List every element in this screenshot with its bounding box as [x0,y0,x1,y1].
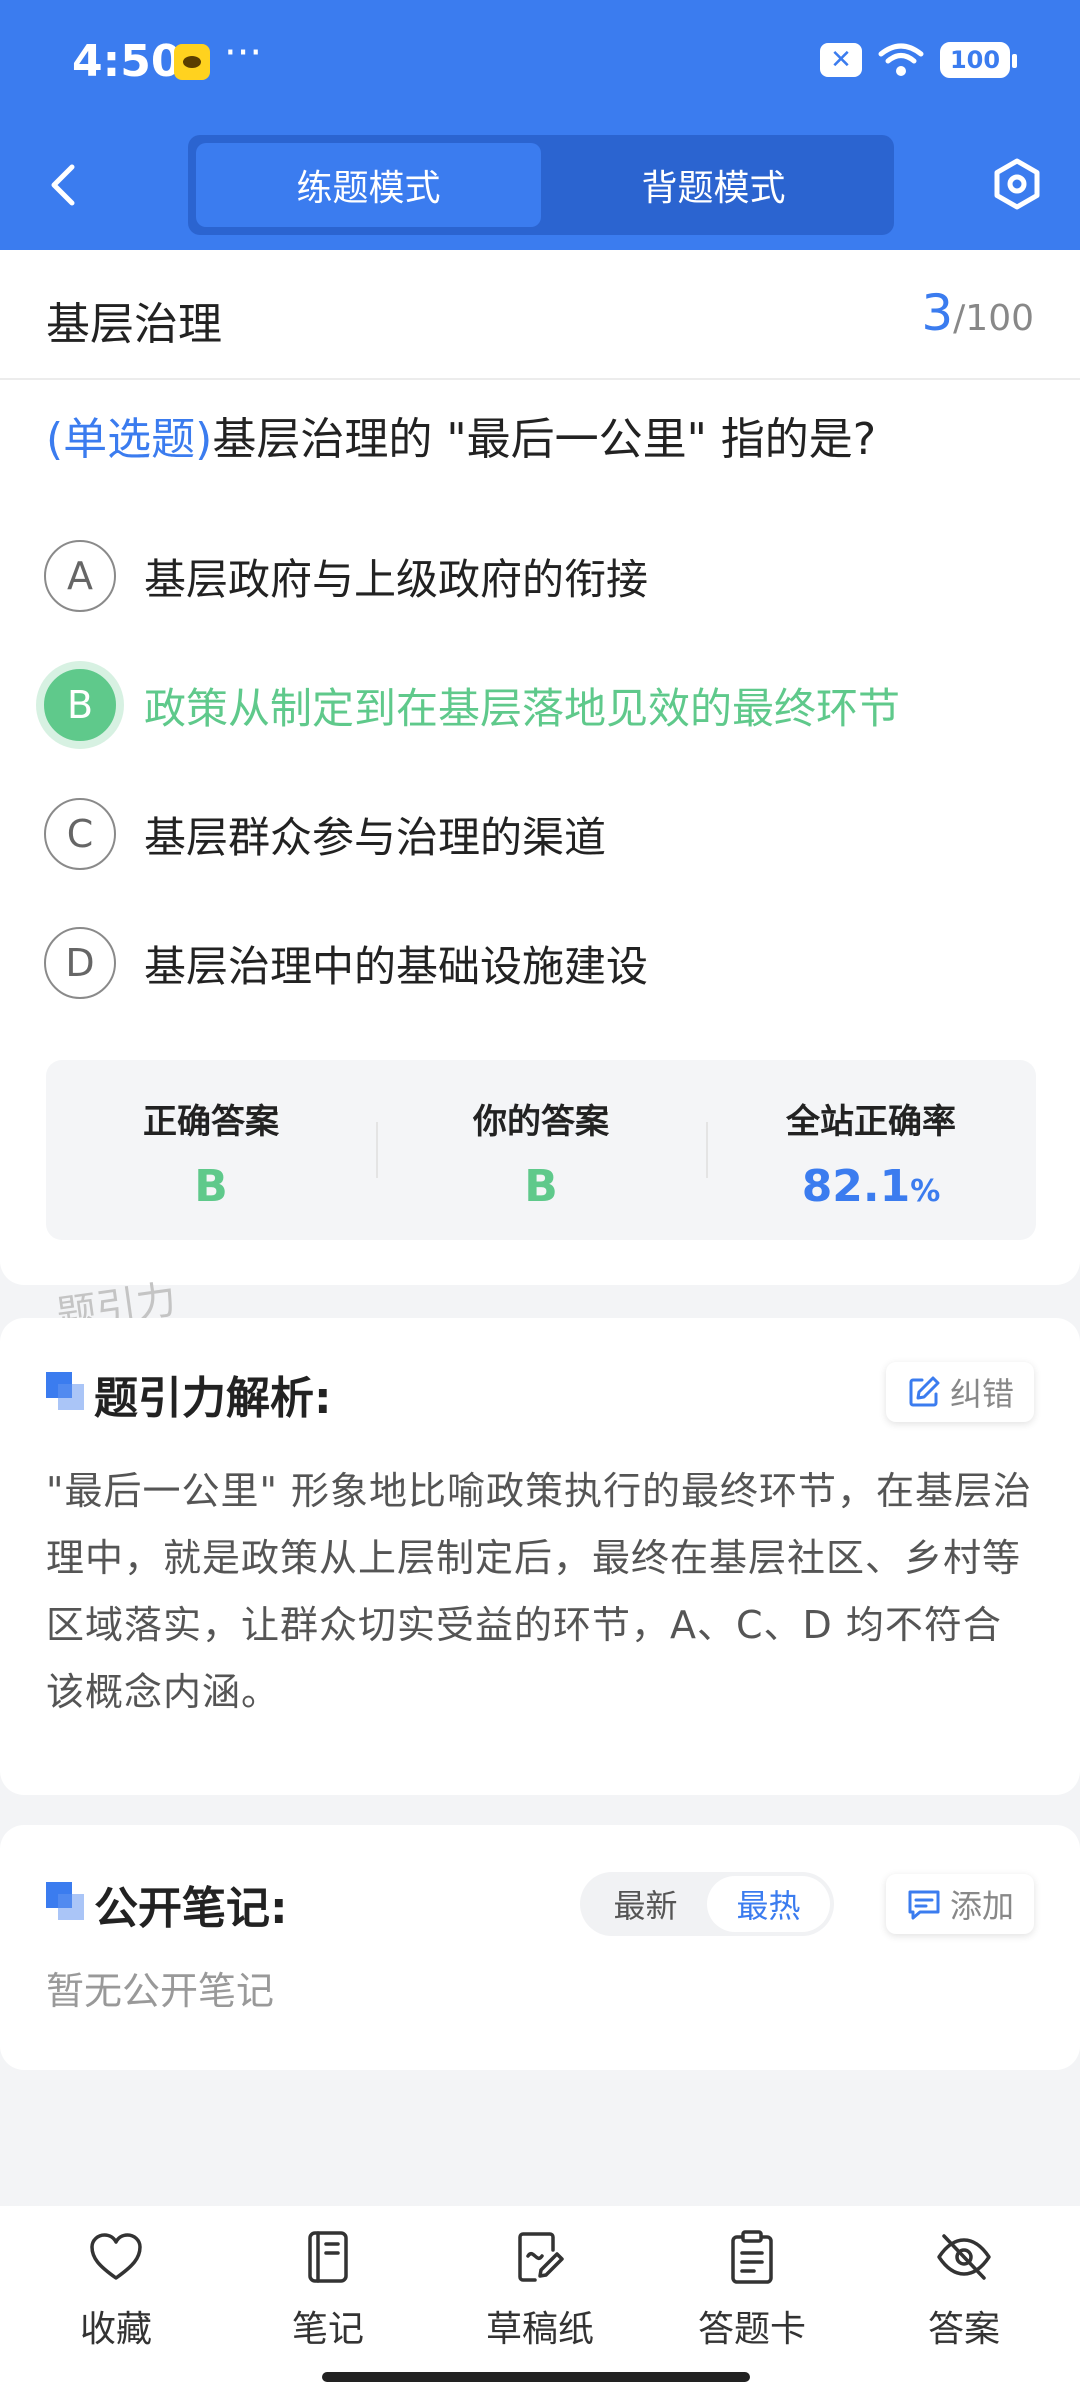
your-answer-value: B [524,1161,558,1212]
question-counter: 3/100 [921,284,1034,342]
settings-icon[interactable] [990,157,1044,211]
notes-title: 公开笔记: [94,1883,288,1934]
stat-label: 你的答案 [473,1102,609,1142]
bottom-nav: 收藏 笔记 草稿纸 答题卡 答案 [0,2206,1080,2400]
accuracy-number: 82.1 [801,1161,911,1212]
app-notification-icon [174,44,210,80]
tab-memorize-mode[interactable]: 背题模式 [541,143,886,227]
nav-label: 收藏 [79,2309,152,2350]
your-answer-stat: 你的答案 B [376,1060,706,1240]
header: 4:50 ··· ✕ 100 练题模式 背题模式 [0,0,1080,250]
question-header: 基层治理 3/100 [0,250,1080,380]
option-text: 基层治理中的基础设施建设 [144,941,649,991]
nav-label: 答案 [927,2309,1000,2350]
subject-title: 基层治理 [46,299,222,350]
more-notifications-icon: ··· [224,30,263,76]
analysis-title: 题引力解析: [94,1373,332,1424]
stat-label: 正确答案 [143,1102,279,1142]
section-icon [46,1882,84,1920]
home-indicator[interactable] [322,2372,750,2382]
section-icon [46,1372,84,1410]
status-bar: 4:50 ··· ✕ 100 [0,0,1080,125]
option-d[interactable]: D 基层治理中的基础设施建设 [44,923,1044,1003]
nav-label: 答题卡 [697,2309,806,2350]
accuracy-stat: 全站正确率 82.1% [706,1060,1036,1240]
option-letter: A [44,540,116,612]
current-question-number: 3 [921,284,954,342]
total-questions: /100 [953,298,1034,339]
option-letter: B [44,669,116,741]
eye-off-icon [937,2234,991,2280]
heart-icon [90,2233,142,2280]
status-icons: ✕ 100 [820,42,1017,78]
tab-practice-mode[interactable]: 练题模式 [196,143,541,227]
answer-card-icon [731,2230,773,2284]
notes-sort-toggle: 最新 最热 [580,1872,834,1936]
stat-label: 全站正确率 [786,1102,956,1142]
nav-label: 笔记 [291,2309,364,2350]
question-card: 基层治理 3/100 (单选题)基层治理的 "最后一公里" 指的是? A 基层政… [0,250,1080,1285]
accuracy-value: 82.1% [706,1161,1036,1212]
option-b[interactable]: B 政策从制定到在基层落地见效的最终环节 [44,665,1044,745]
analysis-card: 题引力解析: 纠错 "最后一公里" 形象地比喻政策执行的最终环节，在基层治理中，… [0,1318,1080,1795]
nav-draft[interactable]: 草稿纸 [434,2206,646,2400]
option-a[interactable]: A 基层政府与上级政府的衔接 [44,536,1044,616]
nav-favorite[interactable]: 收藏 [10,2206,222,2400]
empty-notes-text: 暂无公开笔记 [46,1969,275,2013]
no-sim-icon: ✕ [820,43,862,77]
correct-answer-stat: 正确答案 B [46,1060,376,1240]
back-button[interactable] [40,155,90,215]
option-text: 基层群众参与治理的渠道 [144,812,607,862]
correct-answer-value: B [194,1161,228,1212]
battery-icon: 100 [940,42,1017,78]
status-time: 4:50 [72,36,182,87]
wifi-icon [878,43,924,76]
notes-card: 公开笔记: 最新 最热 添加 暂无公开笔记 [0,1825,1080,2070]
mode-switch: 练题模式 背题模式 [188,135,894,235]
analysis-text: "最后一公里" 形象地比喻政策执行的最终环节，在基层治理中，就是政策从上层制定后… [46,1469,1033,1714]
question-body: 基层治理的 "最后一公里" 指的是? [212,414,877,465]
nav-answer[interactable]: 答案 [858,2206,1070,2400]
answer-stats: 正确答案 B 你的答案 B 全站正确率 82.1% [46,1060,1036,1240]
add-note-button[interactable]: 添加 [885,1874,1034,1934]
option-text: 政策从制定到在基层落地见效的最终环节 [144,683,901,733]
report-error-button[interactable]: 纠错 [885,1362,1034,1422]
comment-icon [908,1890,940,1920]
question-type: (单选题) [46,414,213,465]
accuracy-unit: % [910,1174,941,1209]
nav-notes[interactable]: 笔记 [222,2206,434,2400]
notebook-icon [308,2231,348,2283]
edit-icon [909,1376,940,1407]
option-text: 基层政府与上级政府的衔接 [144,554,649,604]
draft-icon [518,2232,564,2282]
sort-hottest[interactable]: 最热 [707,1876,830,1932]
option-letter: D [44,927,116,999]
option-c[interactable]: C 基层群众参与治理的渠道 [44,794,1044,874]
question-text: (单选题)基层治理的 "最后一公里" 指的是? [46,410,1046,470]
nav-label: 草稿纸 [485,2309,594,2350]
report-error-label: 纠错 [949,1375,1014,1413]
option-letter: C [44,798,116,870]
add-note-label: 添加 [949,1887,1014,1925]
sort-newest[interactable]: 最新 [584,1876,707,1932]
nav-answer-card[interactable]: 答题卡 [646,2206,858,2400]
